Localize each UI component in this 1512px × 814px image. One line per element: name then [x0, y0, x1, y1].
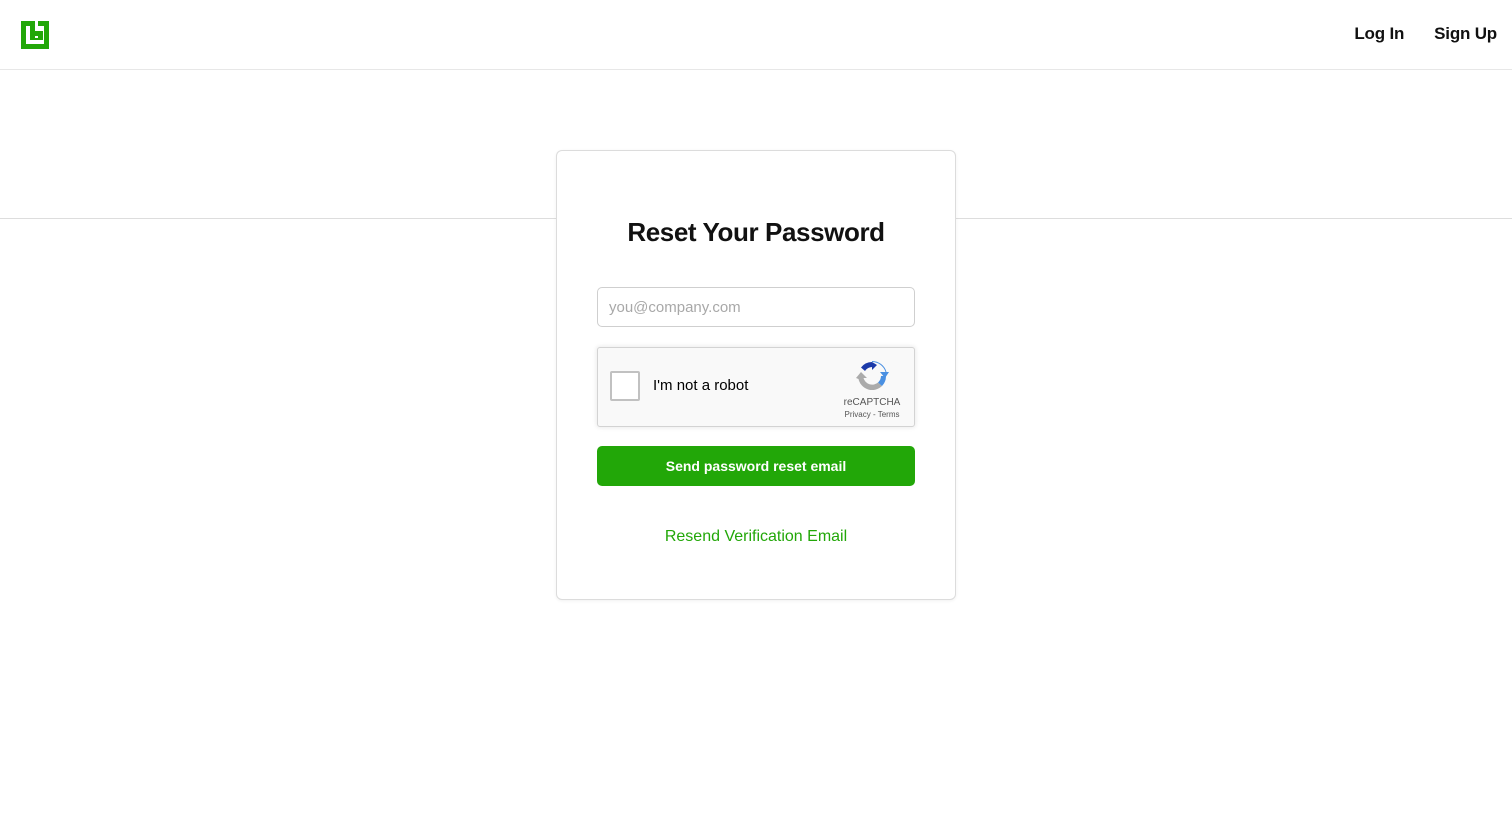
signup-link[interactable]: Sign Up — [1434, 24, 1497, 44]
reset-password-card: Reset Your Password I'm not a robot reCA… — [556, 150, 956, 600]
top-bar: Log In Sign Up — [0, 0, 1512, 70]
recaptcha-widget: I'm not a robot reCAPTCHA Privacy - Term… — [597, 347, 915, 427]
resend-verification-link[interactable]: Resend Verification Email — [557, 527, 955, 547]
email-input[interactable] — [597, 287, 915, 327]
page-title: Reset Your Password — [627, 217, 885, 247]
recaptcha-checkbox[interactable] — [610, 371, 640, 401]
login-link[interactable]: Log In — [1354, 24, 1404, 44]
send-reset-email-button[interactable]: Send password reset email — [597, 446, 915, 486]
page: Log In Sign Up Reset Your Password I'm n… — [0, 0, 1512, 814]
recaptcha-brand: reCAPTCHA — [843, 397, 901, 408]
recaptcha-privacy-link[interactable]: Privacy — [845, 410, 871, 419]
recaptcha-links: Privacy - Terms — [828, 410, 916, 420]
header-nav: Log In Sign Up — [1354, 24, 1497, 44]
recaptcha-links-separator: - — [870, 410, 878, 419]
recaptcha-logo-icon — [856, 360, 889, 391]
brand-logo-icon — [21, 21, 49, 49]
recaptcha-terms-link[interactable]: Terms — [878, 410, 900, 419]
recaptcha-label: I'm not a robot — [653, 377, 749, 394]
